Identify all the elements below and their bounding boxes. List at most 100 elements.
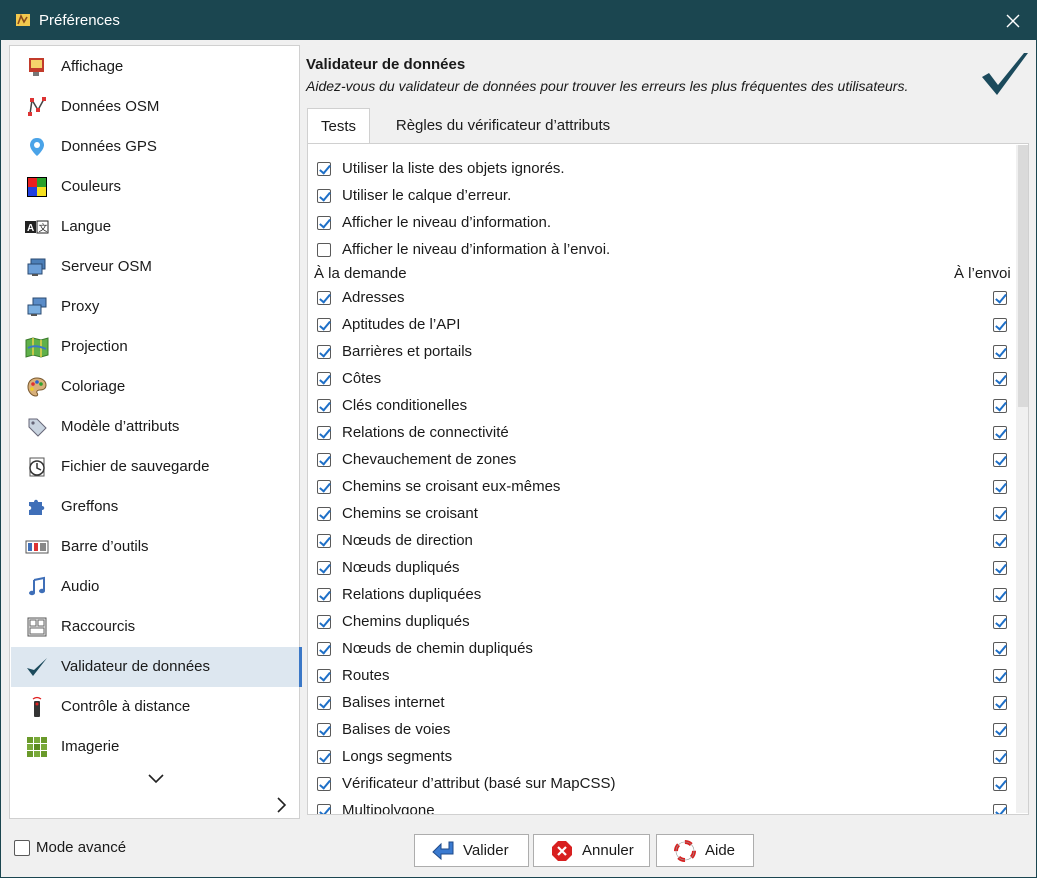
test-row[interactable]: Multipolygone (317, 800, 1017, 814)
sidebar-item-coloriage[interactable]: Coloriage (11, 367, 299, 407)
on-upload-checkbox[interactable] (993, 534, 1007, 548)
on-demand-checkbox[interactable] (317, 804, 331, 814)
sidebar-item-greffons[interactable]: Greffons (11, 487, 299, 527)
sidebar-item-affichage[interactable]: Affichage (11, 47, 299, 87)
sidebar-item-langue[interactable]: A文 Langue (11, 207, 299, 247)
test-row[interactable]: Côtes (317, 368, 1017, 390)
on-demand-checkbox[interactable] (317, 669, 331, 683)
sidebar-item-imagerie[interactable]: Imagerie (11, 727, 299, 767)
on-demand-checkbox[interactable] (317, 750, 331, 764)
on-upload-checkbox[interactable] (993, 723, 1007, 737)
sidebar-item-modele-attributs[interactable]: Modèle d’attributs (11, 407, 299, 447)
on-upload-checkbox[interactable] (993, 696, 1007, 710)
on-upload-checkbox[interactable] (993, 642, 1007, 656)
chevron-down-icon[interactable] (147, 772, 165, 786)
on-demand-checkbox[interactable] (317, 615, 331, 629)
on-upload-checkbox[interactable] (993, 615, 1007, 629)
on-demand-checkbox[interactable] (317, 588, 331, 602)
checkbox[interactable] (317, 216, 331, 230)
palette-icon (25, 376, 49, 398)
on-demand-checkbox[interactable] (317, 534, 331, 548)
test-row[interactable]: Nœuds de chemin dupliqués (317, 638, 1017, 660)
on-upload-checkbox[interactable] (993, 561, 1007, 575)
checkbox[interactable] (14, 839, 30, 856)
test-row[interactable]: Chemins se croisant eux-mêmes (317, 476, 1017, 498)
test-row[interactable]: Chevauchement de zones (317, 449, 1017, 471)
on-demand-checkbox[interactable] (317, 723, 331, 737)
on-upload-checkbox[interactable] (993, 507, 1007, 521)
sidebar-item-couleurs[interactable]: Couleurs (11, 167, 299, 207)
test-row[interactable]: Nœuds de direction (317, 530, 1017, 552)
on-upload-checkbox[interactable] (993, 804, 1007, 814)
chevron-right-icon[interactable] (275, 796, 289, 814)
on-demand-checkbox[interactable] (317, 426, 331, 440)
test-row[interactable]: Vérificateur d’attribut (basé sur MapCSS… (317, 773, 1017, 795)
sidebar-item-proxy[interactable]: Proxy (11, 287, 299, 327)
on-demand-checkbox[interactable] (317, 507, 331, 521)
tab-tag-checker-rules[interactable]: Règles du vérificateur d’attributs (373, 108, 633, 143)
on-demand-checkbox[interactable] (317, 318, 331, 332)
test-row[interactable]: Adresses (317, 287, 1017, 309)
test-row[interactable]: Aptitudes de l’API (317, 314, 1017, 336)
on-upload-checkbox[interactable] (993, 426, 1007, 440)
on-demand-checkbox[interactable] (317, 696, 331, 710)
test-row[interactable]: Chemins dupliqués (317, 611, 1017, 633)
sidebar-item-fichier-sauvegarde[interactable]: Fichier de sauvegarde (11, 447, 299, 487)
test-row[interactable]: Nœuds dupliqués (317, 557, 1017, 579)
test-row[interactable]: Balises de voies (317, 719, 1017, 741)
on-demand-checkbox[interactable] (317, 453, 331, 467)
on-upload-checkbox[interactable] (993, 453, 1007, 467)
sidebar-item-raccourcis[interactable]: Raccourcis (11, 607, 299, 647)
help-button[interactable]: Aide (656, 834, 754, 867)
on-demand-checkbox[interactable] (317, 480, 331, 494)
on-upload-checkbox[interactable] (993, 669, 1007, 683)
sidebar-item-donnees-osm[interactable]: Données OSM (11, 87, 299, 127)
on-upload-checkbox[interactable] (993, 750, 1007, 764)
test-row[interactable]: Relations de connectivité (317, 422, 1017, 444)
tests-panel: Utiliser la liste des objets ignorés. Ut… (307, 143, 1029, 815)
on-demand-checkbox[interactable] (317, 291, 331, 305)
on-upload-checkbox[interactable] (993, 291, 1007, 305)
test-row[interactable]: Balises internet (317, 692, 1017, 714)
tab-tests[interactable]: Tests (307, 108, 370, 144)
on-upload-checkbox[interactable] (993, 399, 1007, 413)
on-upload-checkbox[interactable] (993, 318, 1007, 332)
sidebar-item-controle-distance[interactable]: Contrôle à distance (11, 687, 299, 727)
sidebar-item-validateur[interactable]: Validateur de données (11, 647, 302, 687)
sidebar-item-projection[interactable]: Projection (11, 327, 299, 367)
checkbox[interactable] (317, 162, 331, 176)
test-label: Balises internet (342, 694, 445, 711)
test-row[interactable]: Clés conditionelles (317, 395, 1017, 417)
test-row[interactable]: Chemins se croisant (317, 503, 1017, 525)
on-upload-checkbox[interactable] (993, 345, 1007, 359)
test-row[interactable]: Longs segments (317, 746, 1017, 768)
page-description: Aidez-vous du validateur de données pour… (306, 78, 909, 94)
on-upload-checkbox[interactable] (993, 480, 1007, 494)
on-demand-checkbox[interactable] (317, 372, 331, 386)
on-demand-checkbox[interactable] (317, 561, 331, 575)
sidebar-item-audio[interactable]: Audio (11, 567, 299, 607)
sidebar-item-donnees-gps[interactable]: Données GPS (11, 127, 299, 167)
advanced-mode-toggle[interactable]: Mode avancé (14, 839, 126, 856)
on-demand-checkbox[interactable] (317, 642, 331, 656)
tag-icon (25, 416, 49, 438)
sidebar-item-serveur-osm[interactable]: Serveur OSM (11, 247, 299, 287)
test-row[interactable]: Relations dupliquées (317, 584, 1017, 606)
on-demand-checkbox[interactable] (317, 777, 331, 791)
on-upload-checkbox[interactable] (993, 777, 1007, 791)
checkbox[interactable] (317, 243, 331, 257)
sidebar-item-barre-outils[interactable]: Barre d’outils (11, 527, 299, 567)
ok-button[interactable]: Valider (414, 834, 529, 867)
on-upload-checkbox[interactable] (993, 372, 1007, 386)
on-demand-checkbox[interactable] (317, 345, 331, 359)
cancel-button[interactable]: Annuler (533, 834, 650, 867)
close-button[interactable] (990, 1, 1036, 40)
scrollbar-thumb[interactable] (1018, 145, 1028, 407)
on-upload-checkbox[interactable] (993, 588, 1007, 602)
vertical-scrollbar[interactable] (1016, 145, 1028, 813)
test-row[interactable]: Barrières et portails (317, 341, 1017, 363)
on-demand-checkbox[interactable] (317, 399, 331, 413)
test-row[interactable]: Routes (317, 665, 1017, 687)
checkbox[interactable] (317, 189, 331, 203)
page-title: Validateur de données (306, 56, 466, 73)
